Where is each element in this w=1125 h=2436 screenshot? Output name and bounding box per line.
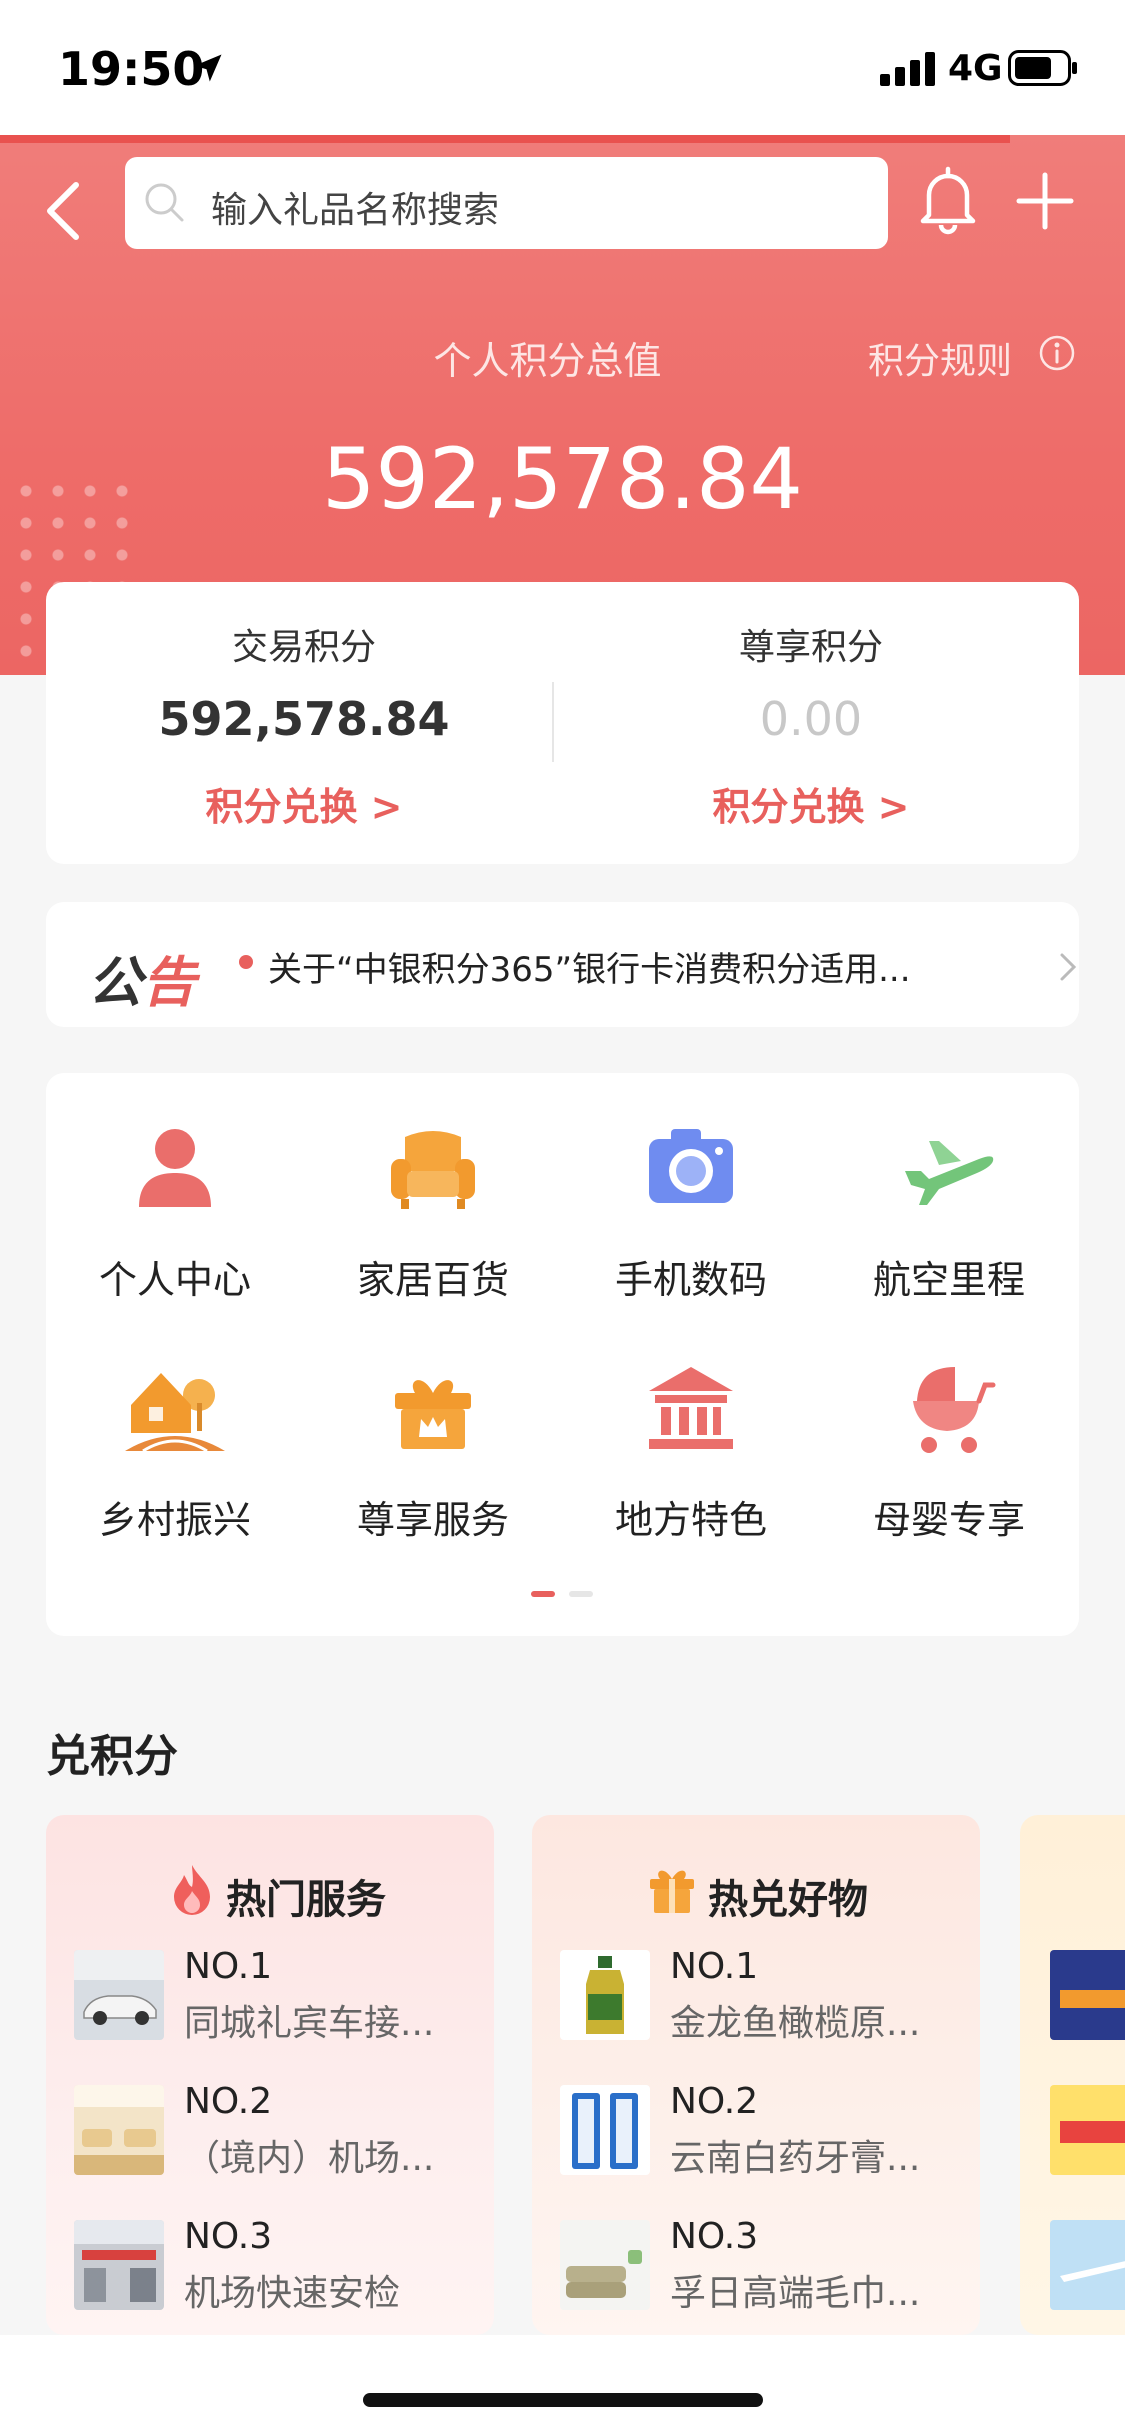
points-summary-card: 交易积分 592,578.84 积分兑换 > 尊享积分 0.00 积分兑换 > <box>46 582 1079 864</box>
status-bar: 19:50 4G <box>0 0 1125 135</box>
promo-thumbnail <box>1050 2220 1125 2310</box>
menu-item-home-goods[interactable]: 家居百货 <box>304 1119 562 1319</box>
notice-bullet <box>239 955 253 969</box>
search-placeholder: 输入礼品名称搜索 <box>211 190 500 231</box>
hot-services-title: 热门服务 <box>226 1877 386 1923</box>
security-check-thumbnail <box>74 2220 164 2310</box>
airplane-icon <box>905 1141 994 1205</box>
search-icon <box>145 183 184 222</box>
rank-item[interactable]: NO.1 同城礼宾车接... <box>74 1946 484 2044</box>
gift-icon <box>650 1870 694 1913</box>
home-indicator-bar <box>0 2335 1125 2436</box>
car-service-thumbnail <box>74 1950 164 2040</box>
hot-services-card[interactable]: 热门服务 NO.1 同城礼宾车接... NO.2 （境内）机场... NO.3 … <box>46 1815 494 2335</box>
promo-card[interactable] <box>1020 1815 1125 2335</box>
bell-icon[interactable] <box>915 165 981 235</box>
premium-points-value: 0.00 <box>759 692 863 746</box>
network-type: 4G <box>948 48 1003 89</box>
notice-bar[interactable]: 公告 关于“中银积分365”银行卡消费积分适用... <box>46 902 1079 1027</box>
menu-label: 地方特色 <box>614 1498 767 1542</box>
rank-number: NO.2 <box>670 2081 759 2122</box>
premium-points-exchange-link[interactable]: 积分兑换 > <box>553 776 1069 831</box>
flame-icon <box>174 1865 210 1915</box>
menu-label: 母婴专享 <box>872 1498 1025 1542</box>
menu-label: 手机数码 <box>614 1258 767 1302</box>
trade-points-exchange-link[interactable]: 积分兑换 > <box>46 776 562 831</box>
toothpaste-thumbnail <box>560 2085 650 2175</box>
rank-number: NO.3 <box>670 2216 759 2257</box>
rank-item-name: 机场快速安检 <box>184 2273 401 2314</box>
menu-label: 尊享服务 <box>356 1498 509 1542</box>
pager-dot[interactable] <box>569 1591 593 1597</box>
menu-item-personal-center[interactable]: 个人中心 <box>46 1119 304 1319</box>
landmark-icon <box>649 1367 733 1449</box>
person-icon <box>139 1129 211 1207</box>
status-time: 19:50 <box>58 42 205 96</box>
section-title: 兑积分 <box>46 1731 178 1782</box>
chevron-right-icon <box>1060 953 1077 981</box>
rank-item-name: 金龙鱼橄榄原... <box>670 2003 921 2044</box>
menu-label: 个人中心 <box>98 1258 251 1302</box>
cell-signal-icon <box>880 52 935 86</box>
menu-item-mother-baby[interactable]: 母婴专享 <box>820 1359 1078 1559</box>
rank-item[interactable]: NO.3 机场快速安检 <box>74 2216 484 2314</box>
menu-item-rural-revitalization[interactable]: 乡村振兴 <box>46 1359 304 1559</box>
rank-item[interactable]: NO.1 金龙鱼橄榄原... <box>560 1946 970 2044</box>
notice-text: 关于“中银积分365”银行卡消费积分适用... <box>268 950 911 990</box>
menu-item-local-specialty[interactable]: 地方特色 <box>562 1359 820 1559</box>
rank-number: NO.1 <box>670 1946 759 1987</box>
towel-thumbnail <box>560 2220 650 2310</box>
rank-item-name: 孚日高端毛巾... <box>670 2273 921 2314</box>
menu-item-air-miles[interactable]: 航空里程 <box>820 1119 1078 1319</box>
plus-icon[interactable] <box>1015 171 1075 231</box>
menu-label: 家居百货 <box>356 1258 509 1302</box>
village-icon <box>125 1373 225 1453</box>
home-indicator[interactable] <box>363 2393 763 2407</box>
hot-goods-title: 热兑好物 <box>708 1877 868 1923</box>
olive-oil-thumbnail <box>560 1950 650 2040</box>
header-progress-line <box>0 135 1010 143</box>
location-arrow-icon <box>194 54 222 82</box>
notice-logo: 公告 <box>88 951 196 1014</box>
menu-item-premium-service[interactable]: 尊享服务 <box>304 1359 562 1559</box>
gift-crown-icon <box>395 1380 471 1449</box>
search-input[interactable]: 输入礼品名称搜索 <box>125 157 888 249</box>
rank-item[interactable]: NO.2 云南白药牙膏... <box>560 2081 970 2179</box>
rank-item-name: （境内）机场... <box>184 2138 435 2179</box>
battery-icon <box>1008 50 1077 86</box>
back-arrow-icon[interactable] <box>38 171 88 251</box>
rank-number: NO.2 <box>184 2081 273 2122</box>
total-points-label: 个人积分总值 <box>433 339 662 383</box>
rank-item-name: 云南白药牙膏... <box>670 2138 921 2179</box>
rank-item[interactable]: NO.3 孚日高端毛巾... <box>560 2216 970 2314</box>
trade-points-title: 交易积分 <box>231 627 376 668</box>
promo-thumbnail <box>1050 2085 1125 2175</box>
points-rules-link[interactable]: 积分规则 <box>868 332 1012 384</box>
hot-goods-card[interactable]: 热兑好物 NO.1 金龙鱼橄榄原... NO.2 云南白药牙膏... NO.3 … <box>532 1815 980 2335</box>
rank-number: NO.3 <box>184 2216 273 2257</box>
sofa-icon <box>391 1131 475 1209</box>
premium-points-title: 尊享积分 <box>738 627 883 668</box>
hot-services-header: 热门服务 <box>46 1857 494 1923</box>
menu-label: 乡村振兴 <box>98 1498 251 1542</box>
category-menu: 个人中心 家居百货 手机数码 航空里程 乡村振兴 尊享服务 地方特色 母婴专享 <box>46 1073 1079 1636</box>
pager-dot-active[interactable] <box>531 1591 555 1597</box>
airport-lounge-thumbnail <box>74 2085 164 2175</box>
rank-number: NO.1 <box>184 1946 273 1987</box>
camera-icon <box>649 1129 733 1203</box>
info-icon[interactable] <box>1038 334 1076 372</box>
rank-item-name: 同城礼宾车接... <box>184 2003 435 2044</box>
hot-goods-header: 热兑好物 <box>532 1857 980 1923</box>
trade-points: 交易积分 592,578.84 积分兑换 > <box>46 582 562 864</box>
premium-points: 尊享积分 0.00 积分兑换 > <box>553 582 1069 864</box>
rank-item[interactable]: NO.2 （境内）机场... <box>74 2081 484 2179</box>
menu-label: 航空里程 <box>872 1258 1025 1302</box>
trade-points-value: 592,578.84 <box>158 692 450 746</box>
stroller-icon <box>913 1367 996 1453</box>
menu-item-digital[interactable]: 手机数码 <box>562 1119 820 1319</box>
total-points-value: 592,578.84 <box>322 430 803 528</box>
promo-thumbnail <box>1050 1950 1125 2040</box>
